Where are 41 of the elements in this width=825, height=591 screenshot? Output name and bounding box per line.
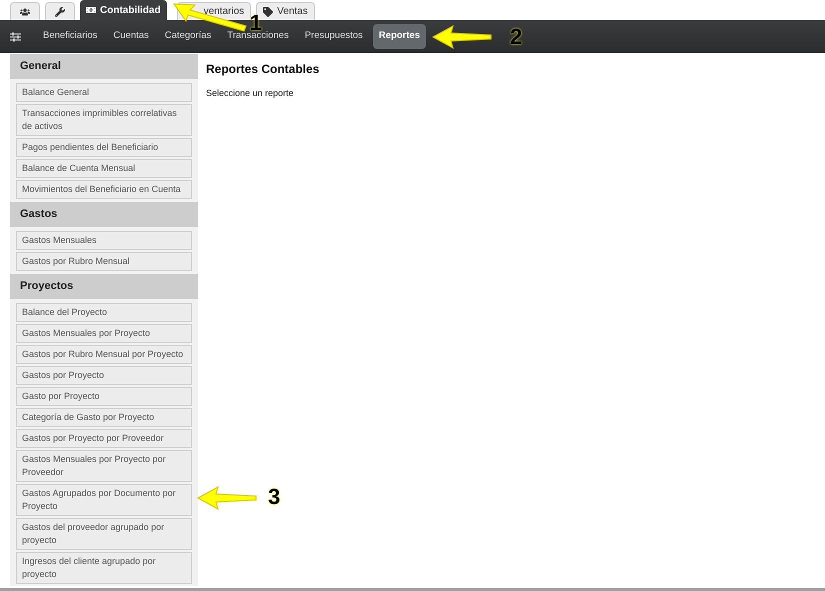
callout-arrow-icon [196,485,258,511]
nav-tab[interactable]: Cuentas [107,24,155,49]
report-link[interactable]: Gastos por Rubro Mensual por Proyecto [16,345,192,364]
nav-tab[interactable]: Categorías [158,24,218,49]
module-tab[interactable] [10,2,40,20]
report-link[interactable]: Gastos del proveedor agrupado por proyecto [16,518,192,550]
users-icon [20,6,30,16]
report-link[interactable]: Categoría de Gasto por Proyecto [16,408,192,427]
section-header: Proyectos [10,274,198,299]
nav-tab[interactable]: Reportes [372,24,426,49]
report-link[interactable]: Balance del Proyecto [16,303,192,322]
report-link[interactable]: Balance de Cuenta Mensual [16,159,192,178]
section-header: Gastos [10,202,198,227]
report-link[interactable]: Gastos Agrupados por Documento por Proyecto [16,484,192,516]
page-title: Reportes Contables [206,61,320,78]
report-link[interactable]: Gastos Mensuales por Proyecto por Proveedor [16,450,192,482]
banknote-icon [86,5,96,15]
callout-arrow-icon [430,24,493,50]
callout-number: 2 [510,26,522,48]
section-header: General [10,54,198,79]
nav-tab[interactable]: Beneficiarios [37,24,104,49]
report-link[interactable]: Transacciones imprimibles correlativas de activos [16,104,192,136]
report-link[interactable]: Gastos Mensuales [16,231,192,250]
tag-icon [263,6,274,16]
report-link[interactable]: Pagos pendientes del Beneficiario [16,138,192,157]
report-link[interactable]: Gastos por Proyecto por Proveedor [16,429,192,448]
report-link[interactable]: Gastos por Rubro Mensual [16,252,192,271]
report-link[interactable]: Balance General [16,83,192,102]
report-link[interactable]: Gasto por Proyecto [16,387,192,406]
module-tab[interactable] [45,2,75,20]
report-link[interactable]: Movimientos del Beneficiario en Cuenta [16,180,192,199]
module-tab[interactable]: Contabilidad [80,0,167,20]
wrench-icon [55,6,65,16]
nav-tab[interactable]: Presupuestos [298,24,369,49]
report-link[interactable]: Gastos Mensuales por Proyecto [16,324,192,343]
report-link[interactable]: Ingresos del cliente agrupado por proyecto [16,552,192,584]
report-link[interactable]: Gastos por Proyecto [16,366,192,385]
sliders-icon[interactable] [10,32,21,42]
callout-arrow-icon [172,2,247,32]
page-hint: Seleccione un reporte [206,87,295,100]
callout-number: 3 [268,486,280,508]
